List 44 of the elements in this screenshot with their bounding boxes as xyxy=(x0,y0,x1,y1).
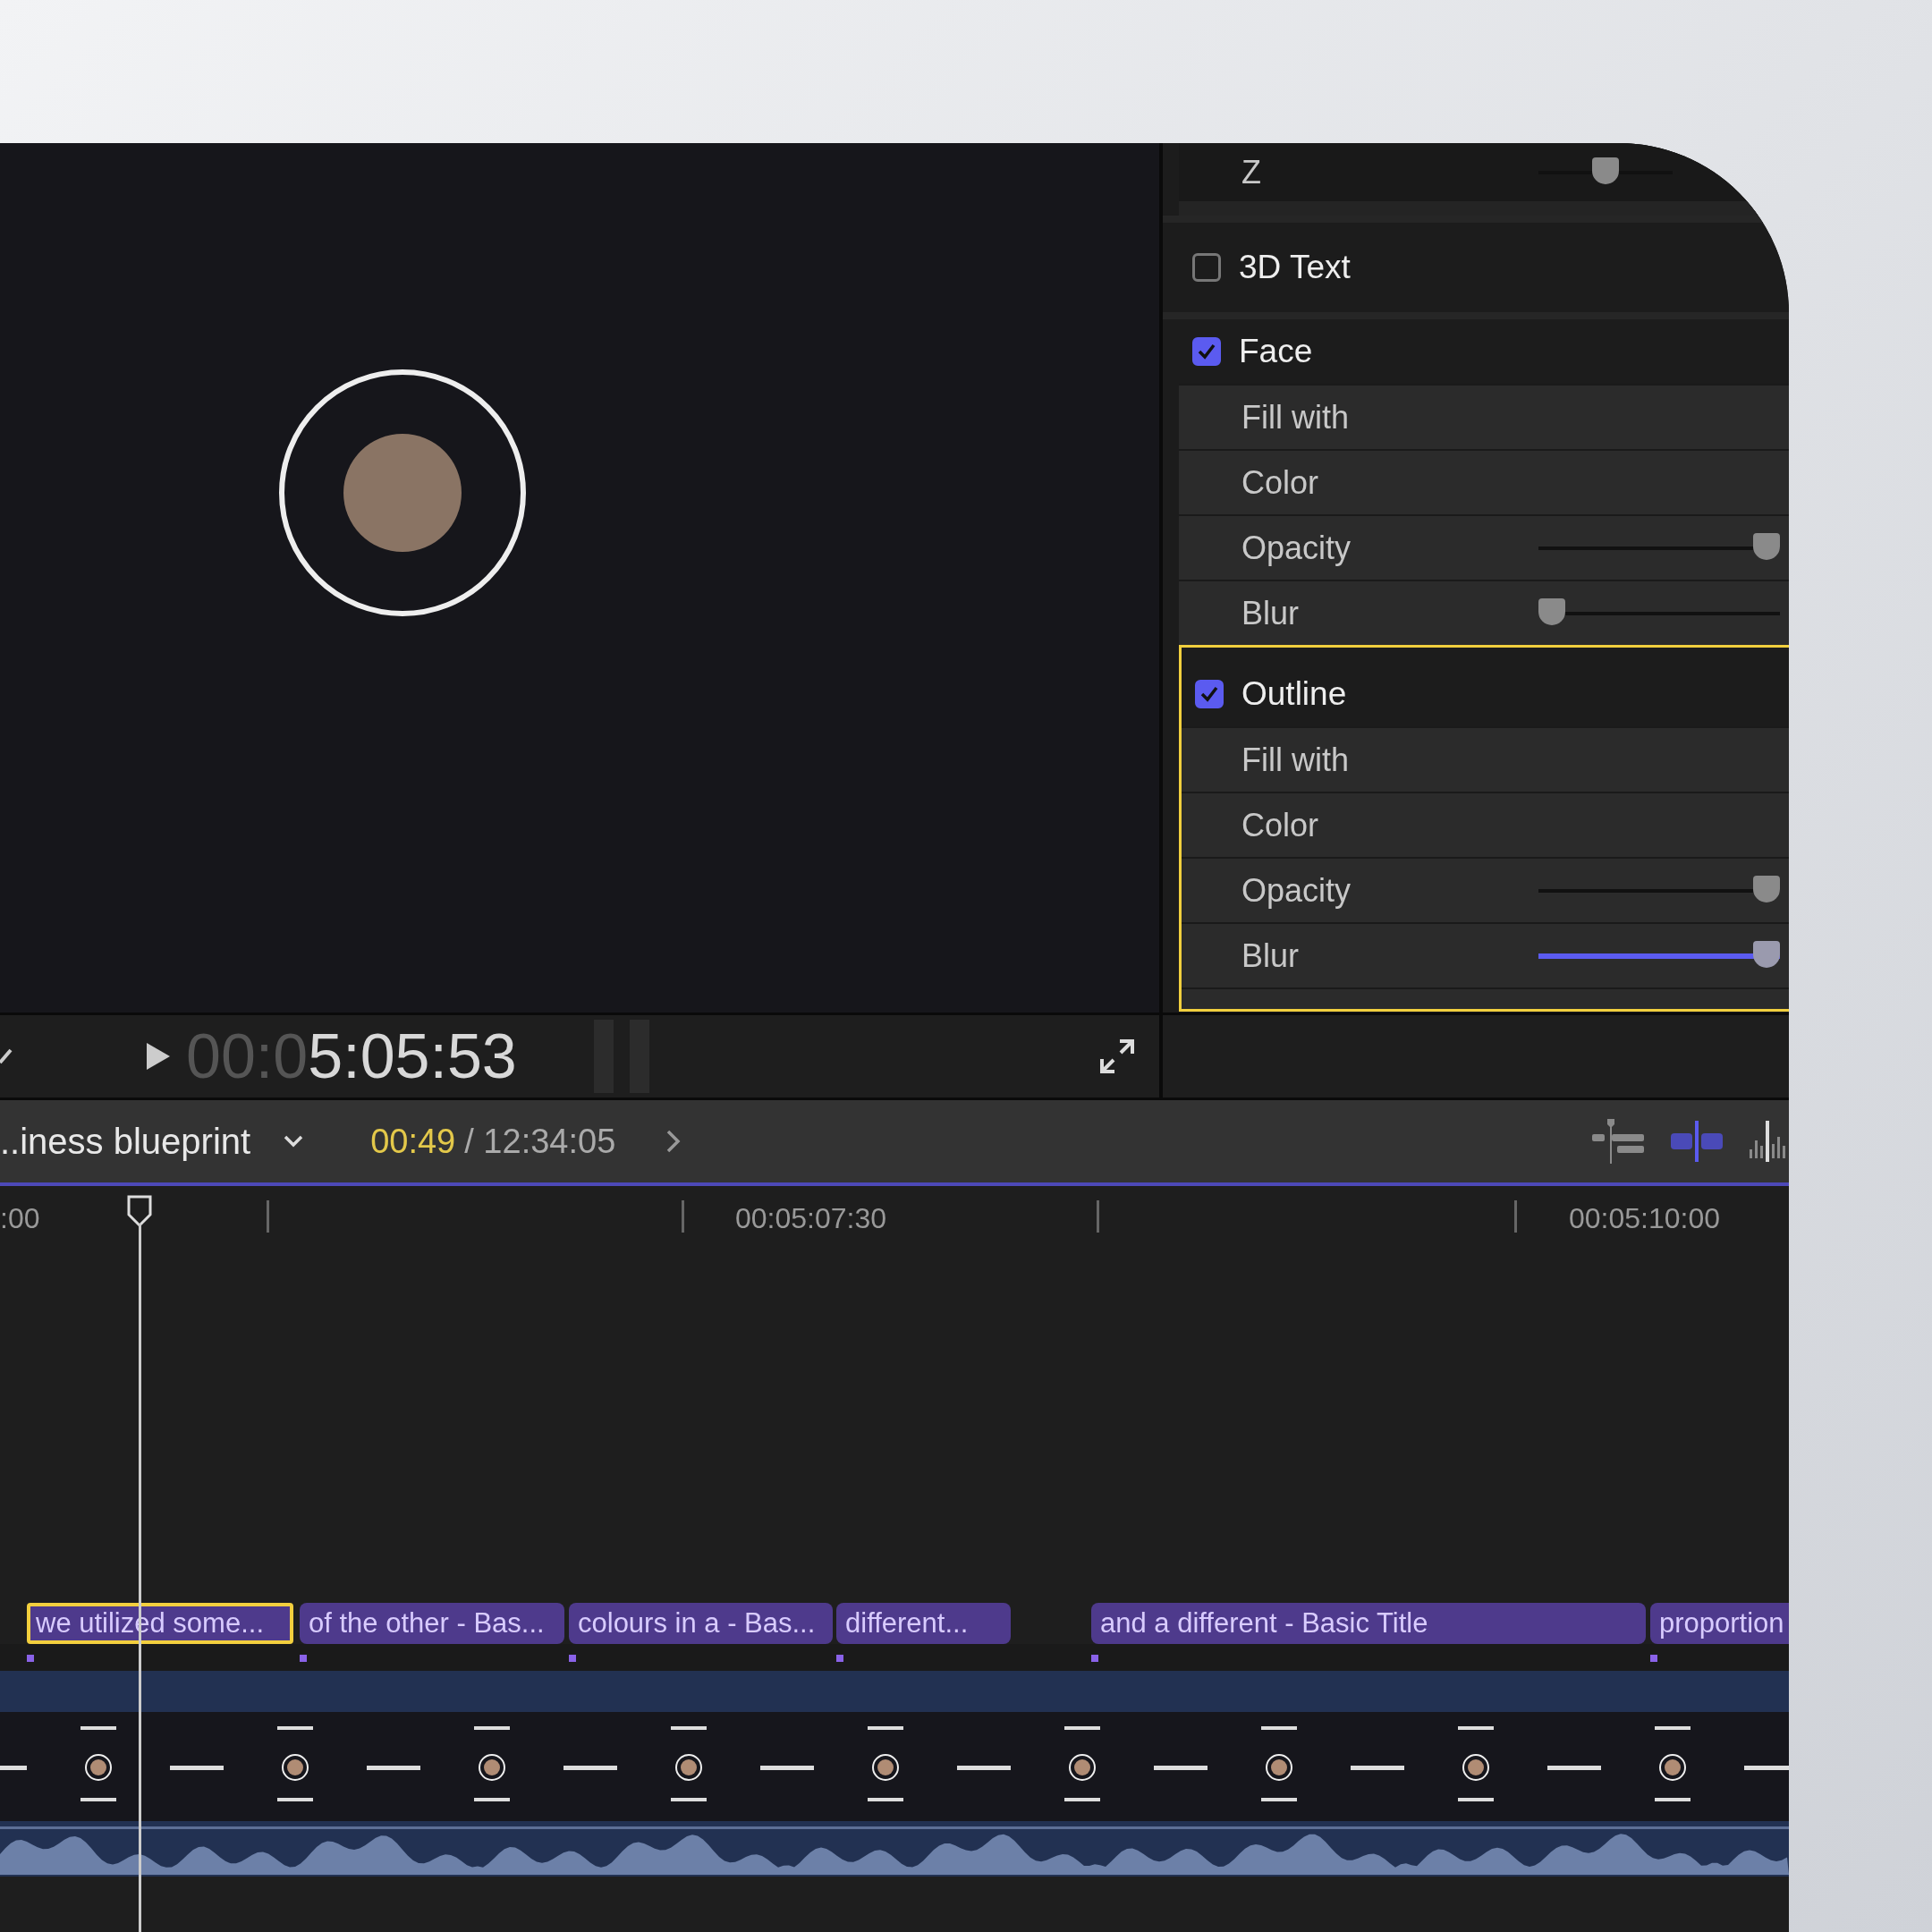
checkbox[interactable] xyxy=(1192,253,1221,282)
slider-thumb[interactable] xyxy=(1753,940,1780,968)
position-tool-icon[interactable] xyxy=(1592,1119,1644,1164)
clip-marker xyxy=(1650,1655,1657,1662)
title-clip[interactable]: proportion xyxy=(1650,1603,1789,1644)
row-label: Color xyxy=(1241,806,1320,844)
section-title: Face xyxy=(1239,333,1313,370)
checkbox[interactable] xyxy=(1192,337,1221,366)
checkbox[interactable] xyxy=(1195,680,1224,708)
title-clip[interactable]: of the other - Bas... xyxy=(300,1603,564,1644)
playhead-handle-icon[interactable] xyxy=(126,1195,153,1229)
row-label: Opacity xyxy=(1241,529,1352,567)
fullscreen-icon[interactable] xyxy=(1098,1038,1136,1075)
ruler-label: 00:05:07:30 xyxy=(735,1202,887,1235)
ruler-label: :00 xyxy=(0,1202,40,1235)
row-label: Opacity xyxy=(1241,871,1352,910)
title-clip[interactable]: different... xyxy=(836,1603,1011,1644)
section-title: 3D Text xyxy=(1239,249,1351,286)
section-title: Outline xyxy=(1241,675,1347,713)
slider-thumb[interactable] xyxy=(1753,875,1780,902)
title-clip[interactable]: colours in a - Bas... xyxy=(569,1603,833,1644)
row-label: Z xyxy=(1241,153,1262,191)
slider-thumb[interactable] xyxy=(1592,157,1619,184)
ruler-label: 00:05:10:00 xyxy=(1569,1202,1721,1235)
chevron-right-icon[interactable] xyxy=(665,1129,682,1154)
row-label: Blur xyxy=(1241,936,1301,975)
clip-marker xyxy=(27,1655,34,1662)
slider-thumb[interactable] xyxy=(1753,532,1780,560)
play-icon[interactable] xyxy=(145,1041,172,1072)
row-label: Blur xyxy=(1241,594,1301,632)
duration: / 12:34:05 xyxy=(464,1122,616,1161)
clip-marker xyxy=(569,1655,576,1662)
project-name[interactable]: ..iness blueprint xyxy=(0,1121,251,1162)
title-clip[interactable]: and a different - Basic Title xyxy=(1091,1603,1646,1644)
clip-marker xyxy=(836,1655,843,1662)
chevron-down-icon[interactable] xyxy=(283,1134,305,1148)
slider-thumb[interactable] xyxy=(1538,597,1565,625)
playhead-time: 00:49 xyxy=(370,1122,456,1161)
row-label: Color xyxy=(1241,463,1320,502)
clip-marker xyxy=(300,1655,307,1662)
row-label: Fill with xyxy=(1241,398,1350,436)
clip-split-icon[interactable] xyxy=(1671,1121,1723,1162)
clip-marker xyxy=(1091,1655,1098,1662)
row-label: Fill with xyxy=(1241,741,1350,779)
